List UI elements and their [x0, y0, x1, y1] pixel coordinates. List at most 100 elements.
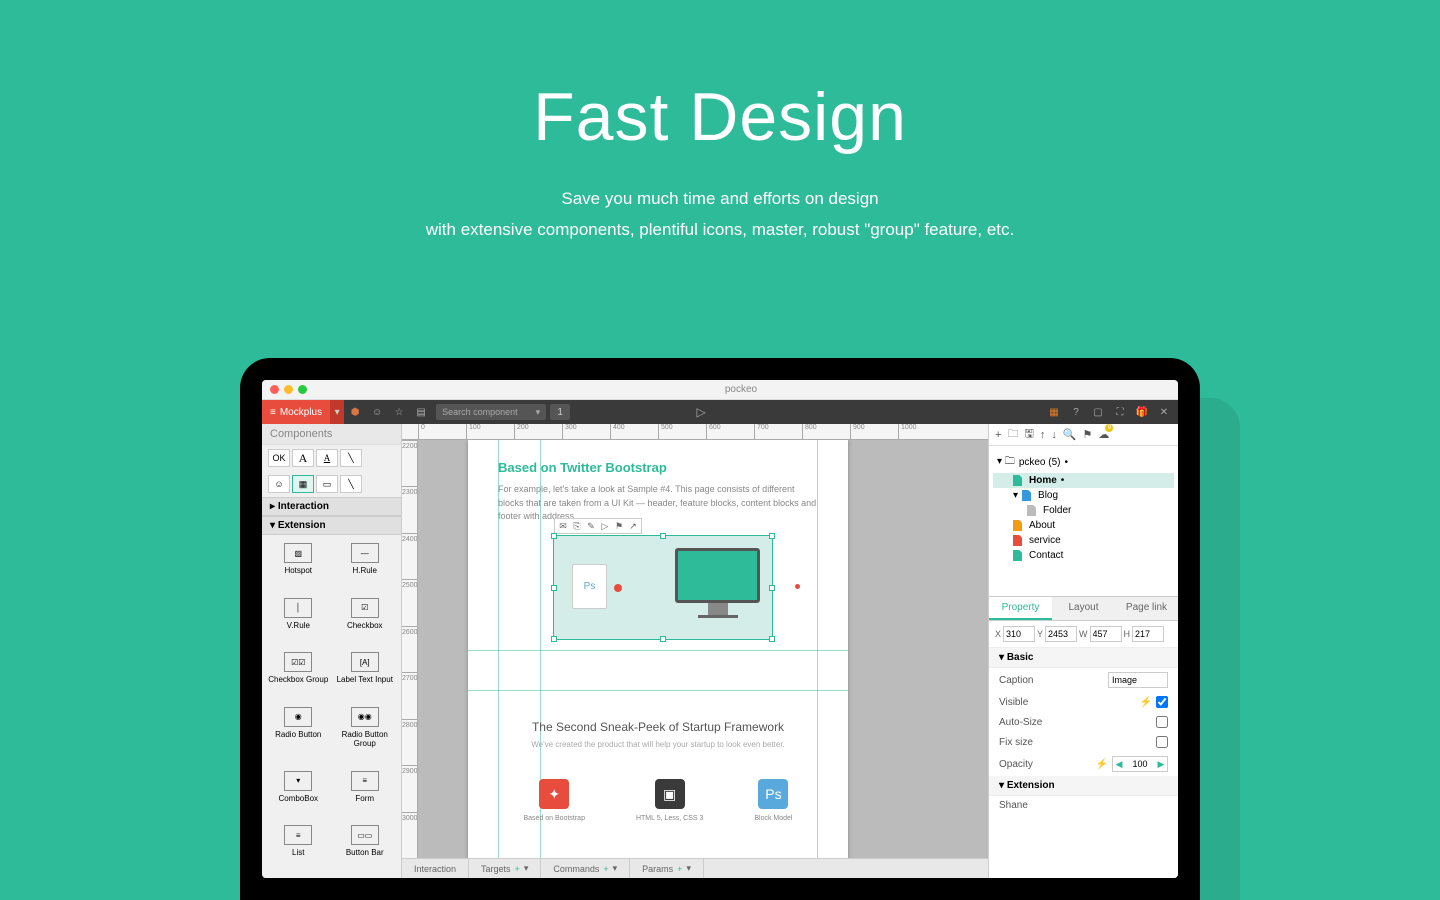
shape-diag[interactable]: ╲ — [340, 475, 362, 493]
shape-underline[interactable]: A — [316, 449, 338, 467]
tree-item-folder[interactable]: Folder — [993, 503, 1174, 518]
component-list[interactable]: ≡List — [266, 821, 331, 874]
close-dot[interactable] — [270, 385, 279, 394]
shape-rect[interactable]: ▭ — [316, 475, 338, 493]
visible-checkbox[interactable] — [1156, 696, 1168, 708]
selection-toolbar[interactable]: ✉⎘✎▷⚑↗ — [554, 518, 642, 534]
shape-image[interactable]: ▦ — [292, 475, 314, 493]
flag-icon[interactable]: ⚑ — [1083, 428, 1093, 441]
property-tabs: PropertyLayoutPage link — [989, 596, 1178, 621]
basic-section[interactable]: ▾ Basic — [989, 648, 1178, 668]
shape-text[interactable]: A — [292, 449, 314, 467]
mini-monitor-icon — [675, 548, 760, 618]
coord-h[interactable] — [1132, 626, 1164, 642]
fixsize-checkbox[interactable] — [1156, 736, 1168, 748]
help-icon[interactable]: ? — [1066, 407, 1086, 418]
grid-icon[interactable]: ▦ — [1044, 407, 1064, 418]
shape-smile[interactable]: ☺ — [268, 475, 290, 493]
gift-icon[interactable]: 🎁 — [1132, 407, 1152, 418]
sel-tool-1[interactable]: ✉ — [557, 521, 569, 532]
search-count: 1 — [550, 404, 570, 420]
up-icon[interactable]: ↑ — [1040, 429, 1046, 441]
add-page-icon[interactable]: + — [995, 429, 1001, 441]
bottom-tab-commands[interactable]: Commands + ▾ — [541, 859, 630, 878]
autosize-checkbox[interactable] — [1156, 716, 1168, 728]
fixsize-label: Fix size — [999, 737, 1156, 748]
bottom-tab-interaction[interactable]: Interaction — [402, 859, 469, 878]
page-artboard[interactable]: Based on Twitter Bootstrap For example, … — [468, 440, 848, 858]
shape-ok[interactable]: OK — [268, 449, 290, 467]
component-radio-button-group[interactable]: ◉◉Radio Button Group — [333, 703, 398, 765]
main-toolbar: ≡ Mockplus ▾ ⬢ ☺ ☆ ▤ Search component▾ 1… — [262, 400, 1178, 424]
brand-menu[interactable]: ≡ Mockplus — [262, 400, 330, 424]
bottom-tab-targets[interactable]: Targets + ▾ — [469, 859, 541, 878]
opacity-label: Opacity — [999, 759, 1096, 770]
ruler-horizontal: 01002003004005006007008009001000 — [402, 424, 988, 440]
component-hotspot[interactable]: ▨Hotspot — [266, 539, 331, 592]
component-combobox[interactable]: ▾ComboBox — [266, 767, 331, 820]
bottom-tab-params[interactable]: Params + ▾ — [630, 859, 704, 878]
component-h.rule[interactable]: —H.Rule — [333, 539, 398, 592]
package-icon[interactable]: ⬢ — [344, 407, 366, 418]
component-checkbox[interactable]: ☑Checkbox — [333, 594, 398, 647]
component-checkbox-group[interactable]: ☑☑Checkbox Group — [266, 648, 331, 701]
opacity-up[interactable]: ▶ — [1155, 759, 1167, 770]
opacity-down[interactable]: ◀ — [1113, 759, 1125, 770]
play-icon[interactable]: ▷ — [690, 405, 712, 419]
tree-item-about[interactable]: About — [993, 518, 1174, 533]
component-button-bar[interactable]: ▭▭Button Bar — [333, 821, 398, 874]
smile-icon[interactable]: ☺ — [366, 407, 388, 418]
fullscreen-icon[interactable]: ⛶ — [1110, 407, 1130, 418]
tree-item-contact[interactable]: Contact — [993, 548, 1174, 563]
shape-line[interactable]: ╲ — [340, 449, 362, 467]
close-icon[interactable]: ✕ — [1154, 407, 1174, 418]
autosize-label: Auto-Size — [999, 717, 1156, 728]
search-icon[interactable]: 🔍 — [1063, 428, 1077, 441]
sel-tool-2[interactable]: ⎘ — [571, 521, 583, 532]
prop-tab-property[interactable]: Property — [989, 597, 1052, 620]
caption-input[interactable] — [1108, 672, 1168, 688]
hero-title: Fast Design — [0, 78, 1440, 156]
coord-x[interactable] — [1003, 626, 1035, 642]
canvas[interactable]: Based on Twitter Bootstrap For example, … — [418, 440, 988, 858]
feature-icon: ▣HTML 5, Less, CSS 3 — [636, 779, 703, 822]
canvas-para2: We've created the product that will help… — [498, 740, 818, 749]
section-interaction[interactable]: ▸ Interaction — [262, 497, 401, 516]
cloud-icon[interactable]: ☁9 — [1098, 428, 1109, 441]
canvas-heading2: The Second Sneak-Peek of Startup Framewo… — [498, 720, 818, 734]
zoom-dot[interactable] — [298, 385, 307, 394]
save-icon[interactable]: 🖫 — [1024, 425, 1033, 444]
prop-tab-layout[interactable]: Layout — [1052, 597, 1115, 620]
extension-section[interactable]: ▾ Extension — [989, 776, 1178, 796]
brand-dropdown[interactable]: ▾ — [330, 400, 344, 424]
coord-y[interactable] — [1045, 626, 1077, 642]
coord-w[interactable] — [1090, 626, 1122, 642]
section-extension[interactable]: ▾ Extension — [262, 516, 401, 535]
selected-image[interactable]: ✉⎘✎▷⚑↗ Ps — [553, 535, 773, 640]
page-tree: ▾ 🗀 pckeo (5) • Home •▾ BlogFolderAbouts… — [989, 446, 1178, 596]
link-target-dot — [795, 584, 800, 589]
sel-tool-4[interactable]: ▷ — [599, 521, 611, 532]
tree-item-service[interactable]: service — [993, 533, 1174, 548]
search-input[interactable]: Search component▾ — [436, 404, 546, 420]
tree-item-home[interactable]: Home • — [993, 473, 1174, 488]
folder-icon[interactable]: 🗀 — [1007, 425, 1018, 444]
component-v.rule[interactable]: │V.Rule — [266, 594, 331, 647]
tree-item-blog[interactable]: ▾ Blog — [993, 488, 1174, 503]
component-radio-button[interactable]: ◉Radio Button — [266, 703, 331, 765]
coords-row: X Y W H — [989, 621, 1178, 648]
opacity-input[interactable] — [1125, 757, 1155, 771]
sel-tool-6[interactable]: ↗ — [627, 521, 639, 532]
tree-root[interactable]: ▾ 🗀 pckeo (5) • — [993, 452, 1174, 473]
down-icon[interactable]: ↓ — [1051, 429, 1057, 441]
component-form[interactable]: ≡Form — [333, 767, 398, 820]
sel-tool-3[interactable]: ✎ — [585, 521, 597, 532]
minimize-dot[interactable] — [284, 385, 293, 394]
star-icon[interactable]: ☆ — [388, 407, 410, 418]
shape-label: Shane — [999, 800, 1168, 811]
layout-icon[interactable]: ▤ — [410, 407, 432, 418]
component-label-text-input[interactable]: [A]Label Text Input — [333, 648, 398, 701]
window-icon[interactable]: ▢ — [1088, 407, 1108, 418]
prop-tab-page-link[interactable]: Page link — [1115, 597, 1178, 620]
sel-tool-5[interactable]: ⚑ — [613, 521, 625, 532]
